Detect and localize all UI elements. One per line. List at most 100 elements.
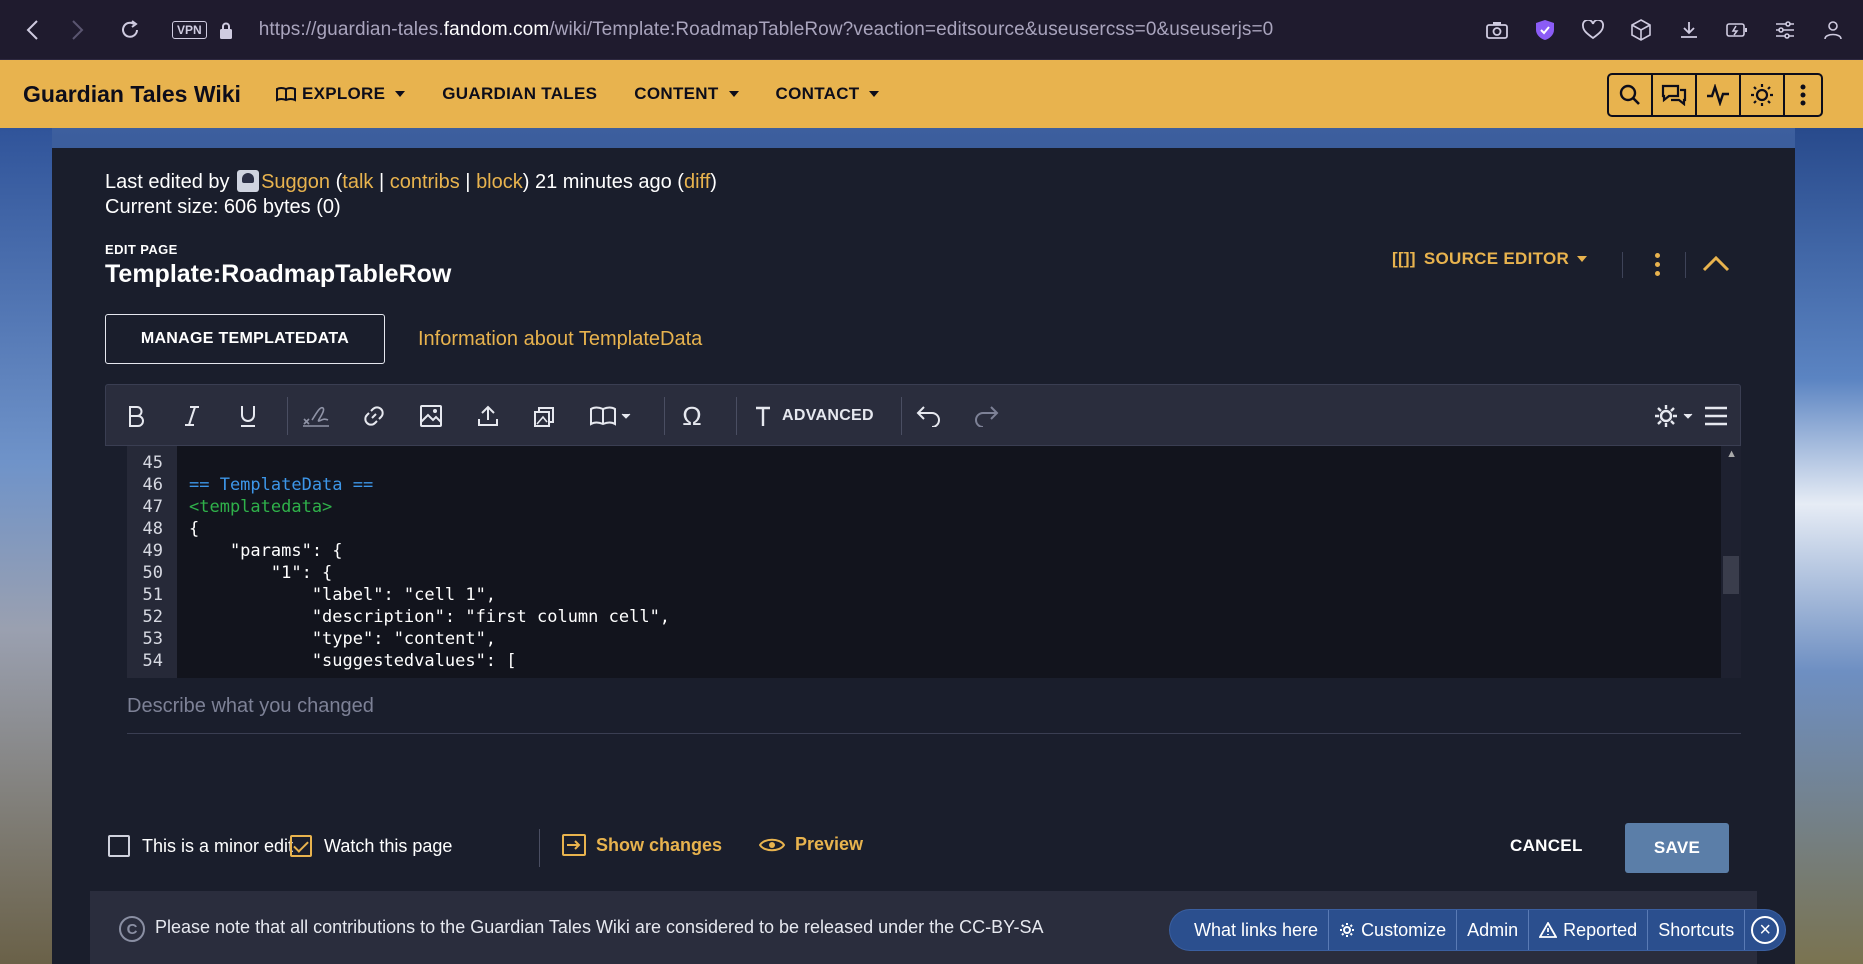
nav-explore[interactable]: EXPLORE <box>275 84 406 104</box>
discussions-icon[interactable] <box>1653 75 1697 115</box>
toolbar-divider <box>736 397 737 435</box>
divider <box>1622 252 1623 278</box>
line-text: "params": { <box>189 541 343 561</box>
chevron-down-icon <box>1577 256 1588 262</box>
source-code-editor[interactable]: 45 46 == TemplateData == 47 <templatedata> 48… <box>127 446 1741 678</box>
camera-icon[interactable] <box>1477 10 1517 50</box>
settings-sliders-icon[interactable] <box>1765 10 1805 50</box>
options-divider <box>539 829 540 867</box>
license-note-text: Please note that all contributions to th… <box>155 917 1044 937</box>
line-number: 53 <box>142 629 163 649</box>
image-icon[interactable] <box>413 398 449 434</box>
nav-content[interactable]: CONTENT <box>634 84 739 104</box>
undo-icon[interactable] <box>911 398 947 434</box>
reported-link[interactable]: Reported <box>1529 910 1649 950</box>
preview-button[interactable]: Preview <box>759 834 863 855</box>
scrollbar-thumb[interactable] <box>1723 556 1739 594</box>
templatedata-info-link[interactable]: Information about TemplateData <box>418 328 702 351</box>
fandom-community-header: Guardian Tales Wiki EXPLORE GUARDIAN TAL… <box>0 60 1863 128</box>
contribs-link[interactable]: contribs <box>390 171 460 193</box>
special-characters-icon[interactable]: Ω <box>674 398 710 434</box>
code-line: 45 <box>127 452 670 474</box>
page-title: Template:RoadmapTableRow <box>105 260 452 288</box>
download-icon[interactable] <box>1669 10 1709 50</box>
editor-settings-icon[interactable] <box>1651 398 1699 434</box>
more-icon[interactable] <box>1785 75 1821 115</box>
what-links-here-link[interactable]: What links here <box>1184 910 1330 950</box>
toolbar-divider <box>901 397 902 435</box>
minor-edit-checkbox[interactable] <box>108 835 130 857</box>
heart-icon[interactable] <box>1573 10 1613 50</box>
customize-link[interactable]: Customize <box>1329 910 1458 950</box>
scroll-up-icon[interactable]: ▲ <box>1726 448 1737 460</box>
url-field[interactable]: https://guardian-tales.fandom.com/wiki/T… <box>259 19 1274 41</box>
toolbar-divider <box>287 397 288 435</box>
warning-icon <box>1539 922 1558 938</box>
editor-scrollbar[interactable]: ▲ <box>1721 446 1741 678</box>
chevron-down-icon <box>395 91 406 97</box>
code-line: 53 "type": "content", <box>127 628 670 650</box>
talk-link[interactable]: talk <box>342 171 373 193</box>
admin-link[interactable]: Admin <box>1457 910 1530 950</box>
activity-icon[interactable] <box>1697 75 1741 115</box>
edit-summary-input[interactable] <box>127 678 1741 734</box>
battery-icon[interactable] <box>1717 10 1757 50</box>
line-number: 50 <box>142 563 163 583</box>
cube-icon[interactable] <box>1621 10 1661 50</box>
watch-page-checkbox[interactable] <box>290 835 312 857</box>
menu-icon[interactable] <box>1698 398 1734 434</box>
close-icon: × <box>1751 916 1780 944</box>
manage-templatedata-button[interactable]: MANAGE TEMPLATEDATA <box>105 314 385 364</box>
preview-label: Preview <box>795 834 864 854</box>
profile-icon[interactable] <box>1813 10 1853 50</box>
templates-icon[interactable] <box>584 398 638 434</box>
editor-toolbar: Ω ADVANCED <box>105 384 1741 446</box>
editor-panel: Last edited by Suggon (talk | contribs |… <box>52 148 1795 964</box>
vpn-badge[interactable]: VPN <box>172 20 207 39</box>
chevron-down-icon <box>728 91 739 97</box>
line-text <box>177 452 189 474</box>
user-link[interactable]: Suggon <box>261 171 330 193</box>
theme-toggle-icon[interactable] <box>1741 75 1785 115</box>
diff-link[interactable]: diff <box>684 171 710 193</box>
redo-icon[interactable] <box>968 398 1004 434</box>
show-changes-button[interactable]: Show changes <box>562 834 722 856</box>
line-text: <templatedata> <box>189 497 333 517</box>
search-icon[interactable] <box>1609 75 1653 115</box>
diff-icon <box>562 834 586 856</box>
source-editor-switch[interactable]: [[]] SOURCE EDITOR <box>1392 249 1588 269</box>
shortcuts-link[interactable]: Shortcuts <box>1648 910 1746 950</box>
block-link[interactable]: block <box>476 171 523 193</box>
signature-icon[interactable] <box>298 398 334 434</box>
link-icon[interactable] <box>356 398 392 434</box>
admin-label: Admin <box>1467 919 1519 940</box>
bold-icon[interactable] <box>118 398 154 434</box>
code-line: 46 == TemplateData == <box>127 474 670 496</box>
reported-label: Reported <box>1563 919 1638 940</box>
wiki-name[interactable]: Guardian Tales Wiki <box>23 81 241 108</box>
cancel-button[interactable]: CANCEL <box>1510 836 1583 856</box>
upload-icon[interactable] <box>470 398 506 434</box>
close-toolbar-button[interactable]: × <box>1745 910 1785 950</box>
edit-page-label: EDIT PAGE <box>105 242 178 257</box>
forward-icon[interactable] <box>58 10 98 50</box>
italic-icon[interactable] <box>174 398 210 434</box>
save-button[interactable]: SAVE <box>1625 823 1729 873</box>
gallery-icon[interactable] <box>527 398 563 434</box>
code-line: 51 "label": "cell 1", <box>127 584 670 606</box>
line-text: "1": { <box>189 563 333 583</box>
wiki-tools-bar: What links here Customize Admin Reported… <box>1170 910 1786 950</box>
shield-icon[interactable] <box>1525 10 1565 50</box>
advanced-label: ADVANCED <box>782 407 874 424</box>
chevron-up-icon[interactable] <box>1700 250 1732 278</box>
nav-guardian-tales[interactable]: GUARDIAN TALES <box>442 84 597 104</box>
lock-icon[interactable] <box>219 22 233 39</box>
back-icon[interactable] <box>12 10 52 50</box>
reload-icon[interactable] <box>110 10 150 50</box>
advanced-button[interactable]: ADVANCED <box>754 398 884 434</box>
page-actions-more-icon[interactable] <box>1647 249 1667 279</box>
watch-page-label[interactable]: Watch this page <box>324 836 452 857</box>
nav-contact[interactable]: CONTACT <box>776 84 880 104</box>
underline-icon[interactable] <box>230 398 266 434</box>
minor-edit-label[interactable]: This is a minor edit <box>142 836 293 857</box>
